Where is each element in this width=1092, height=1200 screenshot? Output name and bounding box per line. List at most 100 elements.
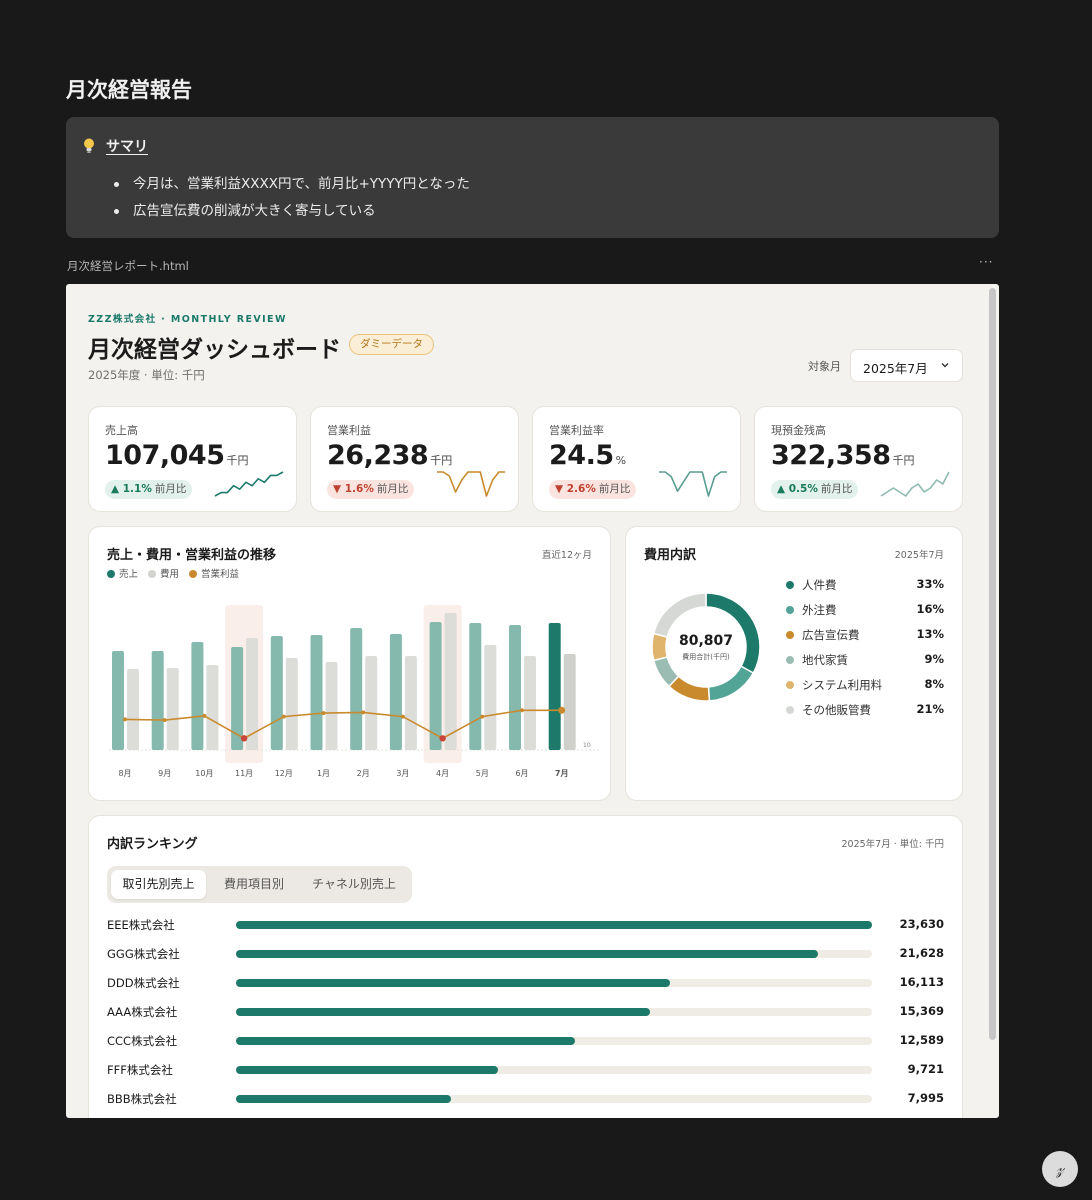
ranking-bar-track [236,1066,872,1074]
dashboard-subtitle: 2025年度 · 単位: 千円 [88,368,205,382]
lightbulb-icon [84,138,94,153]
ranking-row: AAA株式会社 15,369 [107,1002,944,1022]
help-icon: 𝓏 [1056,1159,1064,1179]
kpi-delta-badge: ▲ 0.5% 前月比 [771,480,859,499]
legend-dot [786,581,794,589]
x-tick-label: 7月 [555,769,569,778]
brand-label: ZZZ株式会社 · MONTHLY REVIEW [88,314,287,325]
tab-channel-sales[interactable]: チャネル別売上 [301,870,407,899]
kpi-delta-badge: ▼ 2.6% 前月比 [549,480,637,499]
ranking-bar [236,950,819,958]
vertical-scrollbar[interactable] [989,288,996,1040]
kpi-compare: 前月比 [376,483,409,495]
summary-callout: サマリ 今月は、営業利益XXXX円で、前月比+YYYY円となった 広告宣伝費の削… [66,117,999,238]
dummy-data-badge: ダミーデータ [349,334,434,355]
kpi-delta: 0.5% [788,483,818,495]
profit-point [520,708,524,713]
kpi-card-cash-balance: 現預金残高 322,358 千円 ▲ 0.5% 前月比 [754,406,963,512]
kpi-compare: 前月比 [820,483,853,495]
ranking-bar-track [236,1037,872,1045]
help-button[interactable]: 𝓏 [1042,1151,1078,1187]
ranking-row: FFF株式会社 9,721 [107,1060,944,1080]
ranking-row: BBB株式会社 7,995 [107,1089,944,1109]
ranking-name: FFF株式会社 [107,1063,173,1077]
bar-sales [548,623,561,750]
expense-share: 16% [916,602,944,616]
month-select[interactable]: 2025年7月 [850,349,963,382]
chevron-down-icon [941,363,949,368]
kpi-value: 26,238 千円 [327,440,452,471]
expense-name: 広告宣伝費 [802,628,860,642]
embed-more-button[interactable]: ··· [979,255,993,269]
expense-share: 21% [916,702,944,716]
legend-dot [786,606,794,614]
expense-legend-item: 地代家賃 [786,652,946,668]
ranking-value: 16,113 [899,975,944,989]
tab-expense-items[interactable]: 費用項目別 [210,870,298,899]
summary-bullet: 広告宣伝費の削減が大きく寄与している [114,198,470,225]
expense-name: その他販管費 [802,703,871,717]
ranking-note: 2025年7月 · 単位: 千円 [841,839,944,850]
x-tick-label: 4月 [436,769,449,778]
tab-customer-sales[interactable]: 取引先別売上 [111,870,206,899]
bar-sales [310,635,323,750]
kpi-value: 107,045 千円 [105,440,248,471]
callout-heading: サマリ [106,139,148,155]
dashboard-title: 月次経営ダッシュボード [88,337,341,363]
kpi-card-sales: 売上高 107,045 千円 ▲ 1.1% 前月比 [88,406,297,512]
ranking-title: 内訳ランキング [107,837,198,852]
ranking-row: DDD株式会社 16,113 [107,973,944,993]
page-title: 月次経営報告 [66,78,192,102]
kpi-sparkline [437,471,505,497]
kpi-unit: 千円 [892,454,915,467]
summary-bullet: 今月は、営業利益XXXX円で、前月比+YYYY円となった [114,171,470,198]
profit-point [281,714,286,719]
sparkline-path [437,471,505,497]
ranking-row: EEE株式会社 23,630 [107,915,944,935]
bar-cost [524,656,536,750]
ranking-name: DDD株式会社 [107,976,180,990]
kpi-number: 107,045 [105,440,225,471]
bar-cost [206,665,219,750]
month-select-value: 2025年7月 [863,361,928,376]
trend-up-icon: ▲ [111,483,120,495]
trend-down-icon: ▼ [555,483,564,495]
dashboard-frame: ZZZ株式会社 · MONTHLY REVIEW 月次経営ダッシュボード ダミー… [66,284,999,1118]
ranking-value: 21,628 [899,946,944,960]
x-tick-label: 3月 [396,769,409,778]
kpi-label: 売上高 [105,424,138,437]
sparkline-path [880,471,950,497]
ranking-name: BBB株式会社 [107,1092,177,1106]
trend-down-icon: ▼ [333,483,342,495]
kpi-delta: 1.6% [344,483,374,495]
legend-dot [786,681,794,689]
sparkline-path [214,471,284,497]
ranking-bar-track [236,979,872,987]
bar-sales [191,642,204,750]
bar-cost [285,658,298,750]
bar-sales [509,625,521,750]
ranking-name: EEE株式会社 [107,918,175,932]
profit-point [123,717,127,722]
kpi-sparkline [659,471,727,497]
kpi-number: 322,358 [771,440,891,471]
bar-cost [166,668,179,750]
x-tick-label: 11月 [235,769,253,778]
kpi-unit: 千円 [430,454,453,467]
expense-share: 9% [924,652,944,666]
profit-point [162,718,167,723]
kpi-card-operating-margin: 営業利益率 24.5% ▼ 2.6% 前月比 [532,406,741,512]
expense-share: 8% [924,677,944,691]
profit-point [558,706,566,714]
expense-share: 33% [916,577,944,591]
kpi-compare: 前月比 [154,483,187,495]
ranking-bar [236,1095,452,1103]
ranking-row: GGG株式会社 21,628 [107,944,944,964]
kpi-unit: % [615,454,627,467]
ranking-value: 15,369 [899,1004,944,1018]
x-tick-label: 10月 [195,769,213,778]
donut-slice [652,592,707,638]
ranking-name: AAA株式会社 [107,1005,178,1019]
kpi-sparkline [880,471,950,497]
profit-point [439,735,446,742]
